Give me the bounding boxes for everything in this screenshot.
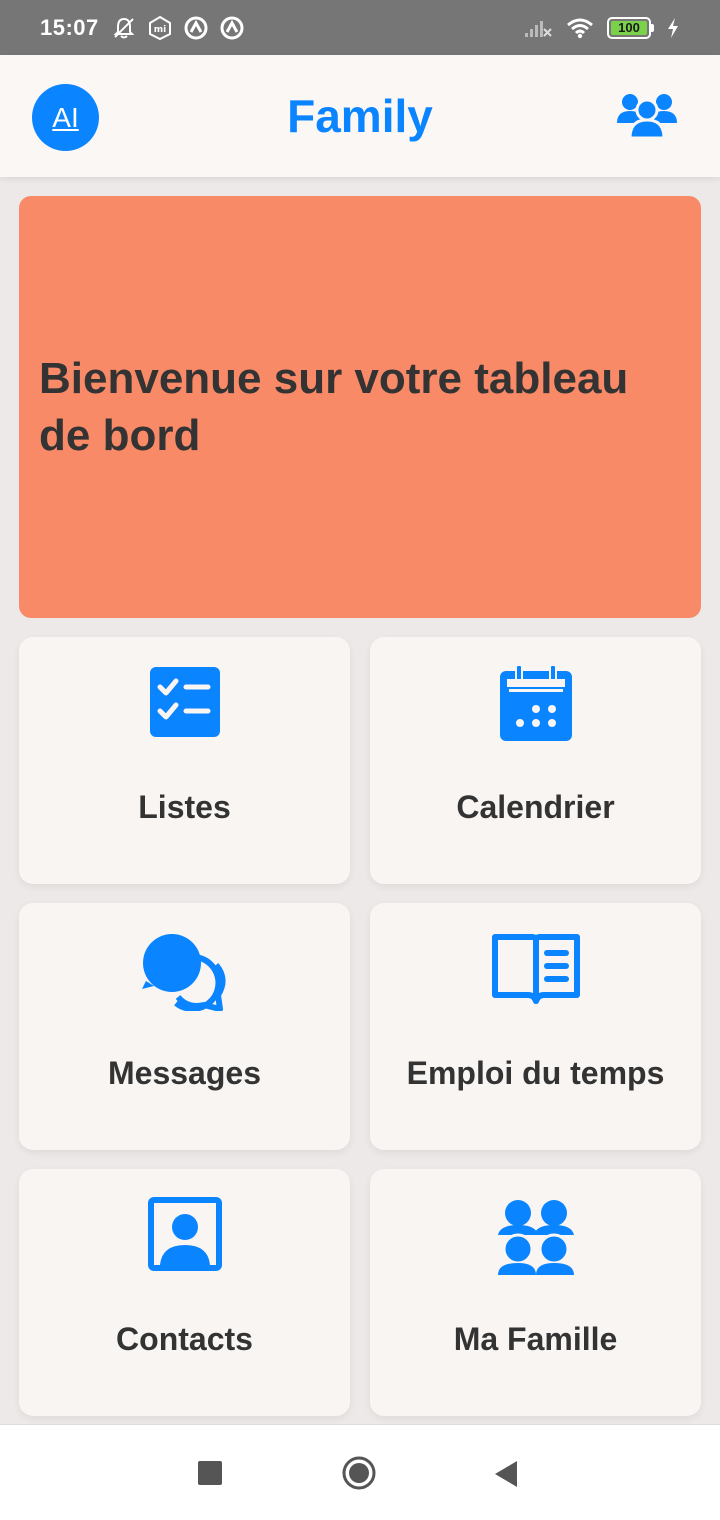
- bell-off-icon: [113, 17, 135, 38]
- tile-label: Listes: [138, 789, 231, 825]
- signal-icon: [525, 20, 552, 37]
- svg-text:mi: mi: [154, 25, 166, 35]
- tile-listes[interactable]: Listes: [19, 637, 350, 884]
- vpn-icon: [184, 16, 208, 39]
- welcome-text: Bienvenue sur votre tableau de bord: [39, 354, 629, 460]
- family-icon[interactable]: [616, 89, 678, 141]
- tile-messages[interactable]: Messages: [19, 903, 350, 1150]
- page-title: Family: [287, 90, 433, 142]
- calendar-icon: [499, 665, 572, 741]
- status-notification-icons: mi: [111, 15, 245, 41]
- status-time: 15:07: [40, 14, 99, 40]
- tile-label: Ma Famille: [453, 1321, 618, 1357]
- tile-emploi-du-temps[interactable]: Emploi du temps: [370, 903, 701, 1150]
- recents-button[interactable]: [198, 1461, 222, 1485]
- back-button[interactable]: [494, 1460, 518, 1488]
- tile-label: Emploi du temps: [406, 1055, 665, 1091]
- app-header: AI Family: [0, 55, 720, 177]
- battery-level: 100: [611, 20, 647, 35]
- battery-indicator: 100: [607, 16, 654, 39]
- system-nav-bar: [0, 1424, 720, 1520]
- welcome-banner: Bienvenue sur votre tableau de bord: [19, 196, 701, 618]
- tile-calendrier[interactable]: Calendrier: [370, 637, 701, 884]
- tile-label: Messages: [108, 1055, 261, 1091]
- mi-icon: mi: [148, 15, 171, 40]
- book-icon: [491, 934, 580, 1004]
- status-bar: 15:07 mi 100: [0, 0, 720, 55]
- wifi-icon: [567, 18, 593, 38]
- tile-ma-famille[interactable]: Ma Famille: [370, 1169, 701, 1416]
- chat-icon: [141, 934, 225, 1011]
- vpn-icon: [220, 16, 244, 39]
- family-icon: [497, 1200, 574, 1275]
- tile-label: Contacts: [116, 1321, 253, 1357]
- status-system-icons: 100: [523, 16, 680, 40]
- tile-contacts[interactable]: Contacts: [19, 1169, 350, 1416]
- contact-icon: [147, 1197, 222, 1271]
- home-button[interactable]: [341, 1455, 377, 1491]
- checklist-icon: [149, 667, 220, 737]
- tile-label: Calendrier: [456, 789, 615, 825]
- charging-icon: [668, 17, 678, 38]
